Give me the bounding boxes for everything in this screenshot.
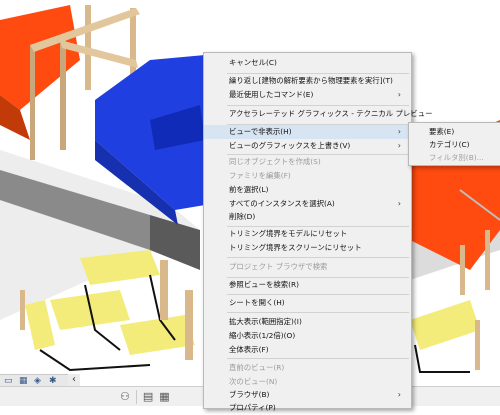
- sun-path-icon[interactable]: ✱: [49, 376, 60, 386]
- menu-item-label: 全体表示(F): [229, 345, 269, 354]
- grid-icon[interactable]: ▦: [159, 390, 169, 404]
- detail-level-icon[interactable]: ▦: [19, 376, 30, 386]
- menu-item-edit-family: ファミリを編集(F): [204, 169, 411, 183]
- menu-item-delete[interactable]: 削除(D): [204, 210, 411, 224]
- submenu-arrow-icon: ›: [397, 141, 401, 150]
- submenu-arrow-icon: ›: [397, 90, 401, 99]
- menu-item-label: 同じオブジェクトを作成(S): [229, 157, 321, 166]
- menu-item-label: ファミリを編集(F): [229, 171, 291, 180]
- menu-item-label: プロパティ(P): [229, 403, 276, 412]
- status-separator: [135, 389, 137, 404]
- menu-item-label: 前を選択(L): [229, 185, 269, 194]
- design-options-icon[interactable]: ▤: [143, 390, 153, 404]
- menu-item-reset-crop-screen[interactable]: トリミング境界をスクリーンにリセット: [204, 241, 411, 255]
- menu-item-label: 参照ビューを検索(R): [229, 280, 300, 289]
- menu-item-override-graphics[interactable]: ビューのグラフィックスを上書き(V) ›: [204, 139, 411, 153]
- menu-item-label: ビューのグラフィックスを上書き(V): [229, 141, 351, 150]
- hide-in-view-submenu: 要素(E) カテゴリ(C) フィルタ別(B)...: [408, 122, 500, 166]
- menu-item-accelerated-graphics[interactable]: アクセラレーテッド グラフィックス - テクニカル プレビュー: [204, 107, 432, 121]
- menu-item-create-similar: 同じオブジェクトを作成(S): [204, 155, 411, 169]
- context-menu: キャンセル(C) 繰り返し[建物の解析要素から物理要素を実行](T) 最近使用し…: [203, 52, 432, 412]
- menu-item-zoom-out-half[interactable]: 縮小表示(1/2倍)(O): [204, 329, 411, 343]
- menu-item-label: 縮小表示(1/2倍)(O): [229, 331, 296, 340]
- menu-item-label: 直前のビュー(R): [229, 363, 285, 372]
- menu-item-properties[interactable]: プロパティ(P): [204, 401, 411, 415]
- menu-item-open-sheet[interactable]: シートを開く(H): [204, 296, 411, 310]
- submenu-item-category[interactable]: カテゴリ(C): [409, 139, 500, 151]
- submenu-item-by-filter: フィルタ別(B)...: [409, 152, 500, 164]
- menu-item-label: シートを開く(H): [229, 298, 285, 307]
- menu-item-recent-commands[interactable]: 最近使用したコマンド(E) ›: [204, 88, 411, 102]
- menu-item-zoom-to-fit[interactable]: 全体表示(F): [204, 343, 411, 357]
- submenu-arrow-icon: ›: [397, 127, 401, 136]
- menu-separator: [227, 294, 409, 295]
- submenu-arrow-icon: ›: [397, 390, 401, 399]
- menu-item-label: 最近使用したコマンド(E): [229, 90, 314, 99]
- menu-item-cancel[interactable]: キャンセル(C): [204, 56, 411, 70]
- submenu-arrow-icon: ›: [397, 199, 401, 208]
- menu-item-label: 削除(D): [229, 212, 256, 221]
- visual-style-icon[interactable]: ◈: [34, 376, 45, 386]
- menu-item-label: 拡大表示(範囲指定)(I): [229, 317, 302, 326]
- menu-item-select-all-instances[interactable]: すべてのインスタンスを選択(A) ›: [204, 197, 411, 211]
- workset-icon[interactable]: ⚇: [120, 390, 130, 404]
- menu-item-label: トリミング境界をモデルにリセット: [229, 229, 348, 238]
- submenu-item-elements[interactable]: 要素(E): [409, 126, 500, 138]
- submenu-item-label: 要素(E): [429, 127, 455, 136]
- menu-separator: [227, 257, 409, 258]
- menu-item-browsers[interactable]: ブラウザ(B) ›: [204, 388, 411, 402]
- menu-item-zoom-in-region[interactable]: 拡大表示(範囲指定)(I): [204, 315, 411, 329]
- menu-separator: [227, 312, 409, 313]
- menu-item-repeat[interactable]: 繰り返し[建物の解析要素から物理要素を実行](T): [204, 74, 411, 88]
- menu-item-label: すべてのインスタンスを選択(A): [229, 199, 335, 208]
- menu-item-previous-view: 直前のビュー(R): [204, 361, 411, 375]
- menu-item-reset-crop-model[interactable]: トリミング境界をモデルにリセット: [204, 227, 411, 241]
- menu-item-next-view: 次のビュー(N): [204, 375, 411, 389]
- menu-item-label: ブラウザ(B): [229, 390, 270, 399]
- menu-item-find-referring-views[interactable]: 参照ビューを検索(R): [204, 278, 411, 292]
- menu-separator: [227, 105, 409, 106]
- menu-item-label: 次のビュー(N): [229, 377, 278, 386]
- menu-item-label: ビューで非表示(H): [229, 127, 292, 136]
- menu-item-search-project-browser: プロジェクト ブラウザで検索: [204, 260, 411, 274]
- menu-item-label: キャンセル(C): [229, 58, 277, 67]
- menu-item-label: トリミング境界をスクリーンにリセット: [229, 243, 362, 252]
- menu-separator: [227, 358, 409, 359]
- menu-item-label: 繰り返し[建物の解析要素から物理要素を実行](T): [229, 76, 393, 85]
- scale-icon[interactable]: ▭: [4, 376, 15, 386]
- menu-item-label: プロジェクト ブラウザで検索: [229, 262, 328, 271]
- menu-item-label: アクセラレーテッド グラフィックス - テクニカル プレビュー: [229, 109, 433, 118]
- menu-item-select-previous[interactable]: 前を選択(L): [204, 183, 411, 197]
- submenu-item-label: フィルタ別(B)...: [429, 153, 484, 162]
- menu-item-hide-in-view[interactable]: ビューで非表示(H) ›: [204, 125, 411, 139]
- submenu-item-label: カテゴリ(C): [429, 140, 470, 149]
- scroll-left-button[interactable]: ‹: [68, 374, 80, 386]
